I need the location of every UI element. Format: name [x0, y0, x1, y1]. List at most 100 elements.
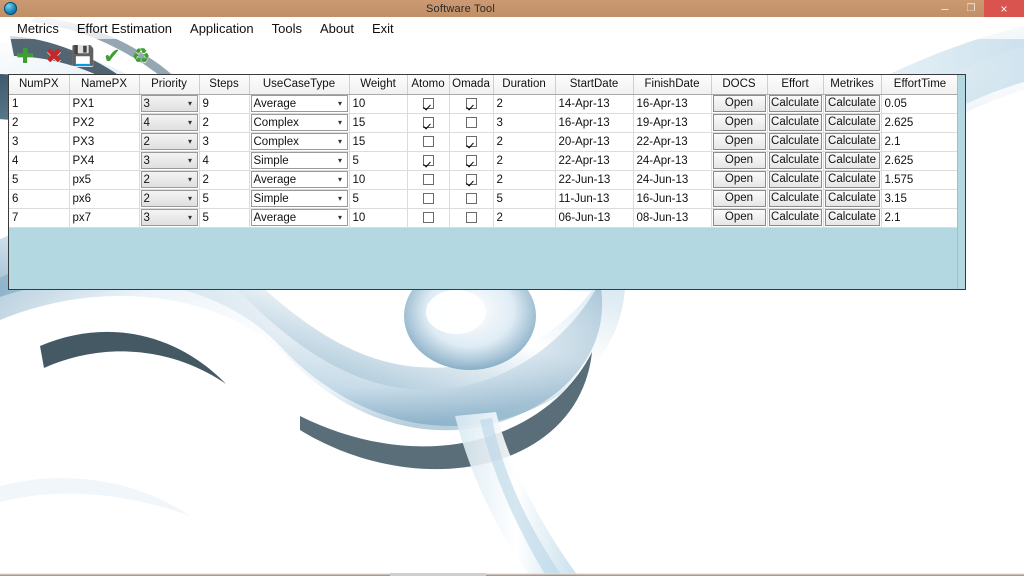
- column-header-duration[interactable]: Duration: [493, 75, 556, 95]
- priority-dropdown[interactable]: 2 ▾: [140, 133, 198, 150]
- cell-efforttime[interactable]: 2.625: [881, 113, 960, 133]
- cell-startdate[interactable]: 14-Apr-13: [555, 94, 634, 114]
- table-row[interactable]: 6 px6 2 ▾ 5 Simple ▾ 5 5 11-Jun-13 16-Jun-13 Open Ca…: [9, 189, 960, 209]
- effort-calculate-button[interactable]: Calculate: [768, 209, 822, 226]
- column-header-usecasetype[interactable]: UseCaseType: [249, 75, 350, 95]
- cell-weight[interactable]: 15: [349, 113, 408, 133]
- cell-weight[interactable]: 10: [349, 208, 408, 228]
- usecasetype-dropdown[interactable]: Simple ▾: [250, 190, 348, 207]
- metrikes-calculate-button[interactable]: Calculate: [824, 114, 880, 131]
- add-row-button[interactable]: ✚: [12, 43, 38, 69]
- cell-weight[interactable]: 5: [349, 151, 408, 171]
- chevron-down-icon[interactable]: ▾: [334, 172, 347, 187]
- cell-steps[interactable]: 3: [199, 132, 250, 152]
- cell-finishdate[interactable]: 22-Apr-13: [633, 132, 712, 152]
- chevron-down-icon[interactable]: ▾: [334, 210, 347, 225]
- omada-checkbox[interactable]: [465, 135, 477, 147]
- menu-item-exit[interactable]: Exit: [363, 19, 403, 38]
- cell-duration[interactable]: 2: [493, 170, 556, 190]
- cell-duration[interactable]: 3: [493, 113, 556, 133]
- effort-calculate-button[interactable]: Calculate: [768, 152, 822, 169]
- priority-dropdown[interactable]: 3 ▾: [140, 152, 198, 169]
- cell-efforttime[interactable]: 0.05: [881, 94, 960, 114]
- omada-checkbox[interactable]: [465, 97, 477, 109]
- column-header-startdate[interactable]: StartDate: [555, 75, 634, 95]
- cell-numpx[interactable]: 3: [9, 132, 70, 152]
- chevron-down-icon[interactable]: ▾: [184, 172, 197, 187]
- cell-duration[interactable]: 2: [493, 151, 556, 171]
- table-row[interactable]: 3 PX3 2 ▾ 3 Complex ▾ 15 2 20-Apr-13 22-Apr-13 Open…: [9, 132, 960, 152]
- chevron-down-icon[interactable]: ▾: [184, 153, 197, 168]
- cell-startdate[interactable]: 11-Jun-13: [555, 189, 634, 209]
- table-row[interactable]: 5 px5 2 ▾ 2 Average ▾ 10 2 22-Jun-13 24-Jun-13 Open…: [9, 170, 960, 190]
- cell-startdate[interactable]: 22-Jun-13: [555, 170, 634, 190]
- cell-steps[interactable]: 9: [199, 94, 250, 114]
- table-row[interactable]: 7 px7 3 ▾ 5 Average ▾ 10 2 06-Jun-13 08-Jun-13 Open…: [9, 208, 960, 228]
- column-header-efforttime[interactable]: EffortTime: [881, 75, 960, 95]
- chevron-down-icon[interactable]: ▾: [184, 210, 197, 225]
- chevron-down-icon[interactable]: ▾: [184, 115, 197, 130]
- column-header-omada[interactable]: Omada: [449, 75, 494, 95]
- table-row[interactable]: 1 PX1 3 ▾ 9 Average ▾ 10 2 14-Apr-13 16-Apr-13 Open…: [9, 94, 960, 114]
- cell-duration[interactable]: 2: [493, 94, 556, 114]
- omada-checkbox[interactable]: [465, 192, 477, 204]
- minimize-button[interactable]: –: [932, 0, 958, 17]
- cell-namepx[interactable]: px5: [69, 170, 140, 190]
- cell-steps[interactable]: 2: [199, 170, 250, 190]
- menu-item-application[interactable]: Application: [181, 19, 263, 38]
- cell-namepx[interactable]: PX3: [69, 132, 140, 152]
- effort-calculate-button[interactable]: Calculate: [768, 95, 822, 112]
- cell-efforttime[interactable]: 1.575: [881, 170, 960, 190]
- cell-efforttime[interactable]: 2.625: [881, 151, 960, 171]
- docs-open-button[interactable]: Open: [712, 190, 766, 207]
- column-header-weight[interactable]: Weight: [349, 75, 408, 95]
- cell-weight[interactable]: 10: [349, 94, 408, 114]
- docs-open-button[interactable]: Open: [712, 209, 766, 226]
- metrikes-calculate-button[interactable]: Calculate: [824, 152, 880, 169]
- refresh-button[interactable]: ♻: [128, 43, 154, 69]
- cell-startdate[interactable]: 22-Apr-13: [555, 151, 634, 171]
- cell-steps[interactable]: 4: [199, 151, 250, 171]
- cell-finishdate[interactable]: 19-Apr-13: [633, 113, 712, 133]
- table-row[interactable]: 2 PX2 4 ▾ 2 Complex ▾ 15 3 16-Apr-13 19-Apr-13 Open…: [9, 113, 960, 133]
- metrikes-calculate-button[interactable]: Calculate: [824, 133, 880, 150]
- usecasetype-dropdown[interactable]: Complex ▾: [250, 133, 348, 150]
- cell-finishdate[interactable]: 24-Apr-13: [633, 151, 712, 171]
- cell-namepx[interactable]: px6: [69, 189, 140, 209]
- cell-numpx[interactable]: 4: [9, 151, 70, 171]
- cell-steps[interactable]: 5: [199, 189, 250, 209]
- priority-dropdown[interactable]: 3 ▾: [140, 209, 198, 226]
- atomo-checkbox[interactable]: [422, 192, 434, 204]
- docs-open-button[interactable]: Open: [712, 152, 766, 169]
- chevron-down-icon[interactable]: ▾: [334, 191, 347, 206]
- cell-startdate[interactable]: 20-Apr-13: [555, 132, 634, 152]
- atomo-checkbox[interactable]: [422, 173, 434, 185]
- cell-namepx[interactable]: PX1: [69, 94, 140, 114]
- effort-calculate-button[interactable]: Calculate: [768, 133, 822, 150]
- column-header-namepx[interactable]: NamePX: [69, 75, 140, 95]
- cell-numpx[interactable]: 7: [9, 208, 70, 228]
- chevron-down-icon[interactable]: ▾: [184, 191, 197, 206]
- usecasetype-dropdown[interactable]: Average ▾: [250, 171, 348, 188]
- cell-efforttime[interactable]: 2.1: [881, 208, 960, 228]
- column-header-steps[interactable]: Steps: [199, 75, 250, 95]
- cell-weight[interactable]: 15: [349, 132, 408, 152]
- usecasetype-dropdown[interactable]: Average ▾: [250, 95, 348, 112]
- column-header-atomo[interactable]: Atomo: [407, 75, 450, 95]
- docs-open-button[interactable]: Open: [712, 133, 766, 150]
- column-header-priority[interactable]: Priority: [139, 75, 200, 95]
- cell-startdate[interactable]: 06-Jun-13: [555, 208, 634, 228]
- docs-open-button[interactable]: Open: [712, 114, 766, 131]
- cell-namepx[interactable]: px7: [69, 208, 140, 228]
- cell-duration[interactable]: 2: [493, 132, 556, 152]
- usecasetype-dropdown[interactable]: Complex ▾: [250, 114, 348, 131]
- metrikes-calculate-button[interactable]: Calculate: [824, 190, 880, 207]
- cell-numpx[interactable]: 1: [9, 94, 70, 114]
- cell-finishdate[interactable]: 16-Apr-13: [633, 94, 712, 114]
- effort-calculate-button[interactable]: Calculate: [768, 114, 822, 131]
- cell-namepx[interactable]: PX2: [69, 113, 140, 133]
- cell-finishdate[interactable]: 24-Jun-13: [633, 170, 712, 190]
- cell-efforttime[interactable]: 3.15: [881, 189, 960, 209]
- cell-numpx[interactable]: 2: [9, 113, 70, 133]
- cell-numpx[interactable]: 6: [9, 189, 70, 209]
